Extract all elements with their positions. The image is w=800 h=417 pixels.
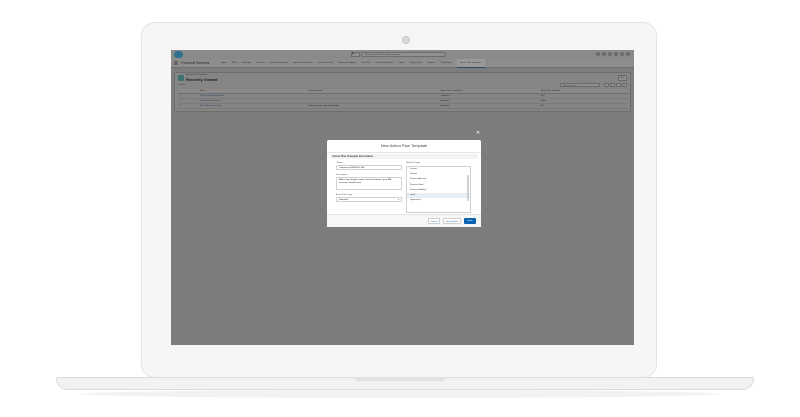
nav-item-reports[interactable]: Reports (428, 59, 436, 68)
nav-item-home[interactable]: Home (221, 59, 227, 68)
description-label: Description (336, 174, 347, 176)
save-button[interactable]: Save (464, 217, 476, 224)
nav-item-leads[interactable]: Leads (399, 59, 405, 68)
app-name: Financial Services (181, 61, 210, 65)
description-field[interactable]: Add a client family, review client docum… (336, 177, 402, 190)
nav-item-financial-accounts[interactable]: Financial Accounts (270, 59, 288, 68)
scrollbar[interactable] (467, 175, 469, 201)
favorites-icon[interactable] (596, 52, 600, 56)
chevron-down-icon: ▾ (397, 199, 399, 201)
list-search-input[interactable]: Search this list... (560, 83, 600, 87)
nav-items: Home Pulse Accounts Contacts Financial Accou… (221, 59, 485, 68)
nav-item-dashboards[interactable]: Dashboards (440, 59, 452, 68)
related-target-label: Related Target (406, 162, 421, 164)
list-view-card: Action Plan Templates Recently Viewed Ne… (174, 72, 631, 112)
header-icons (596, 52, 630, 56)
cloud-logo-icon (174, 51, 183, 58)
nav-item-action-plan-templates[interactable]: Action Plan Templates (457, 59, 485, 68)
nav-item-financial-goals[interactable]: Financial Goals (318, 59, 333, 68)
object-label: Action Plan Templates (186, 74, 208, 76)
nav-item-financial-holdings[interactable]: Financial Holdings (338, 59, 356, 68)
help-icon[interactable] (608, 52, 612, 56)
row-number: 3 (178, 103, 198, 109)
gear-icon[interactable] (614, 52, 618, 56)
modal-close-icon[interactable]: ✕ (476, 131, 480, 136)
app-navigation: Financial Services Home Pulse Accounts Cont… (171, 59, 634, 68)
template-name-cell: Client for super client onboarding (306, 103, 439, 109)
name-label: *Name (336, 162, 343, 164)
save-and-new-button[interactable]: Save & New (443, 217, 461, 224)
bell-icon[interactable] (620, 52, 624, 56)
nav-item-accounts[interactable]: Accounts (242, 59, 251, 68)
nav-item-relationship-maps[interactable]: Relationship Maps (376, 59, 394, 68)
edit-icon[interactable] (622, 83, 627, 87)
name-field[interactable]: Onboard an MSFW to RM (336, 165, 402, 170)
nav-item-contacts[interactable]: Contacts (256, 59, 265, 68)
app-launcher-icon[interactable] (174, 61, 178, 65)
list-view-title[interactable]: Recently Viewed (186, 77, 218, 82)
list-toolbar (604, 83, 627, 87)
add-icon[interactable] (602, 52, 606, 56)
settings-icon[interactable] (604, 83, 609, 87)
record-name-link[interactable]: New Client Onboarding (197, 103, 307, 109)
laptop-camera (402, 36, 410, 44)
template-type-cell: Individual (438, 103, 539, 109)
nav-item-opportunities[interactable]: Opportunities (410, 59, 423, 68)
laptop-shadow (80, 390, 720, 398)
refresh-icon[interactable] (616, 83, 621, 87)
table-row: 3 New Client Onboarding Client for super c… (178, 103, 629, 109)
cancel-button[interactable]: Cancel (428, 217, 440, 224)
section-header: Action Plan Template Information (330, 154, 478, 159)
global-search-input[interactable]: Search Action Plan Templates and more... (361, 52, 446, 57)
template-cell: No (538, 103, 629, 109)
related-target-list[interactable]: Contact Contact Financial Account Financial… (406, 166, 471, 213)
related-target-option[interactable]: Opportunity (407, 198, 470, 203)
search-scope-select[interactable]: All (351, 52, 360, 57)
global-header: All Search Action Plan Templates and mor… (171, 50, 634, 59)
action-plan-icon (178, 75, 184, 81)
display-as-icon[interactable] (610, 83, 615, 87)
nav-item-individual-checklists[interactable]: Individual Checklists (293, 59, 313, 68)
nav-item-securities[interactable]: Securities (361, 59, 371, 68)
screen: All Search Action Plan Templates and mor… (171, 50, 634, 345)
new-template-modal: New Action Plan Template Action Plan Tem… (327, 140, 481, 227)
laptop-base-notch (354, 377, 446, 381)
target-label: Action Plan Type (336, 194, 353, 196)
modal-title: New Action Plan Template (327, 140, 481, 153)
items-count: 3 items • (178, 84, 187, 86)
new-button[interactable]: New (618, 75, 627, 81)
target-value: Industries (339, 199, 349, 201)
modal-footer: Cancel Save & New Save (327, 214, 481, 227)
records-table: Name Template Name Action Plan Template … (178, 89, 629, 109)
nav-item-pulse[interactable]: Pulse (232, 59, 237, 68)
target-select[interactable]: Industries ▾ (336, 197, 402, 202)
avatar[interactable] (626, 52, 630, 56)
